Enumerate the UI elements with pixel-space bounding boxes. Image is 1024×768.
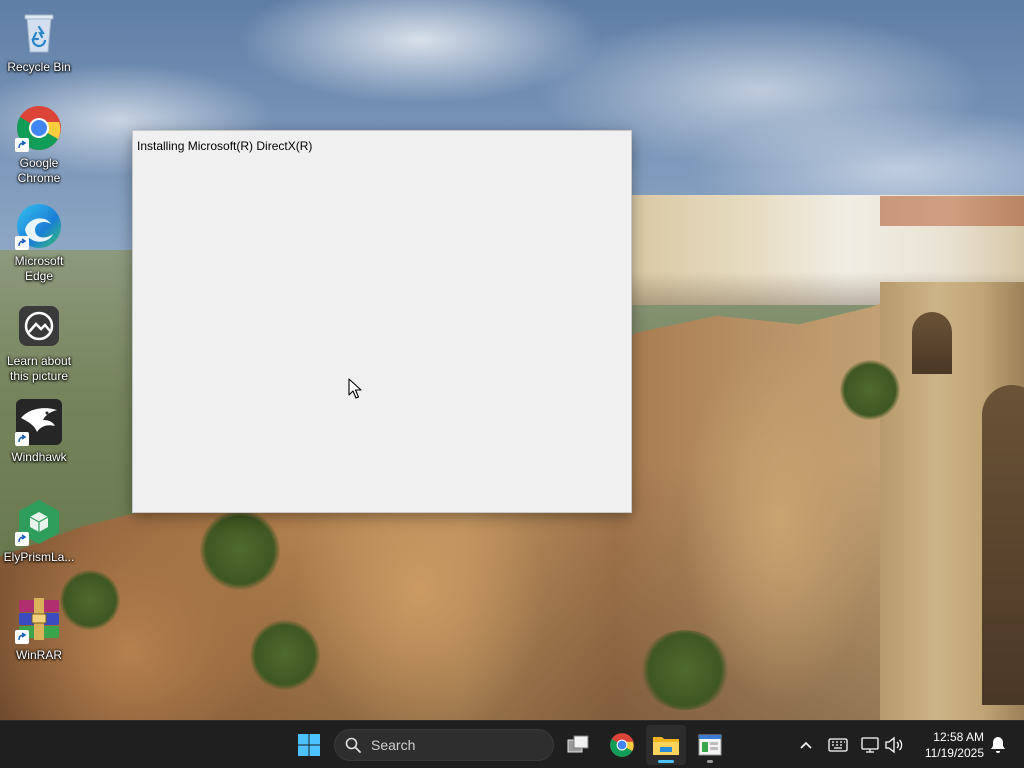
shortcut-arrow-icon: [15, 532, 29, 546]
window-title: Installing Microsoft(R) DirectX(R): [137, 139, 313, 153]
volume-icon: [885, 736, 903, 754]
taskbar-clock[interactable]: 12:58 AM 11/19/2025: [914, 729, 984, 761]
mouse-cursor-icon: [348, 378, 362, 399]
taskbar-search-box[interactable]: Search: [334, 729, 554, 761]
learn-picture-icon: [15, 302, 63, 350]
shortcut-arrow-icon: [15, 432, 29, 446]
desktop-icon-label: Windhawk: [11, 450, 67, 464]
tray-network-button[interactable]: [858, 733, 882, 757]
file-explorer-icon: [653, 737, 679, 755]
winrar-icon: [15, 596, 63, 644]
desktop-icon-microsoft-edge[interactable]: Microsoft Edge: [2, 202, 76, 284]
desktop-icon-label: Google Chrome: [17, 156, 61, 185]
desktop-icon-label: Learn about this picture: [6, 354, 72, 383]
windhawk-icon: [15, 398, 63, 446]
wallpaper-bridge-arch: [982, 385, 1024, 705]
directx-install-window[interactable]: Installing Microsoft(R) DirectX(R): [132, 130, 632, 513]
notification-center-button[interactable]: [986, 733, 1010, 757]
network-icon: [861, 737, 879, 753]
shortcut-arrow-icon: [15, 630, 29, 644]
taskbar-chrome-button[interactable]: [602, 725, 642, 765]
desktop-icon-windhawk[interactable]: Windhawk: [2, 398, 76, 465]
desktop-icon-winrar[interactable]: WinRAR: [2, 596, 76, 663]
search-icon: [345, 737, 361, 753]
taskbar-file-explorer-button[interactable]: [646, 725, 686, 765]
directx-setup-icon: [698, 734, 722, 756]
start-button[interactable]: [289, 725, 329, 765]
chevron-up-icon: [800, 741, 812, 749]
desktop-icon-label: WinRAR: [15, 648, 62, 662]
wallpaper-tree: [840, 360, 900, 420]
desktop-icon-label: Microsoft Edge: [14, 254, 64, 283]
keyboard-icon: [828, 738, 848, 752]
recycle-bin-icon: [15, 8, 63, 56]
desktop-icon-label: Recycle Bin: [7, 60, 71, 74]
active-indicator: [658, 760, 674, 763]
shortcut-arrow-icon: [15, 236, 29, 250]
desktop-icon-google-chrome[interactable]: Google Chrome: [2, 104, 76, 186]
chrome-icon: [610, 733, 634, 757]
desktop-icon-learn-about-picture[interactable]: Learn about this picture: [2, 302, 76, 384]
search-label: Search: [371, 737, 416, 753]
wallpaper-tree: [250, 620, 320, 690]
clock-time: 12:58 AM: [933, 730, 984, 744]
wallpaper-tree: [640, 630, 730, 710]
running-indicator: [707, 760, 713, 763]
tray-volume-button[interactable]: [882, 733, 906, 757]
desktop-icon-recycle-bin[interactable]: Recycle Bin: [2, 8, 76, 75]
notification-icon: [991, 736, 1007, 753]
start-icon: [298, 734, 320, 756]
task-view-icon: [567, 735, 589, 753]
chrome-icon: [15, 104, 63, 152]
task-view-button[interactable]: [558, 725, 598, 765]
wallpaper-bridge-arch-small: [912, 312, 952, 374]
clock-date: 11/19/2025: [924, 746, 984, 760]
edge-icon: [15, 202, 63, 250]
tray-keyboard-button[interactable]: [826, 733, 850, 757]
shortcut-arrow-icon: [15, 138, 29, 152]
desktop-icon-label: ElyPrismLa...: [3, 550, 75, 564]
elyprism-icon: [15, 498, 63, 546]
window-titlebar[interactable]: Installing Microsoft(R) DirectX(R): [133, 131, 631, 157]
wallpaper-tree: [200, 510, 280, 590]
desktop-icon-elyprism[interactable]: ElyPrismLa...: [2, 498, 76, 565]
tray-overflow-button[interactable]: [794, 733, 818, 757]
taskbar: Search 12:58 AM 11/19/2025: [0, 720, 1024, 768]
wallpaper-roofs: [880, 196, 1024, 226]
taskbar-directx-setup-button[interactable]: [690, 725, 730, 765]
